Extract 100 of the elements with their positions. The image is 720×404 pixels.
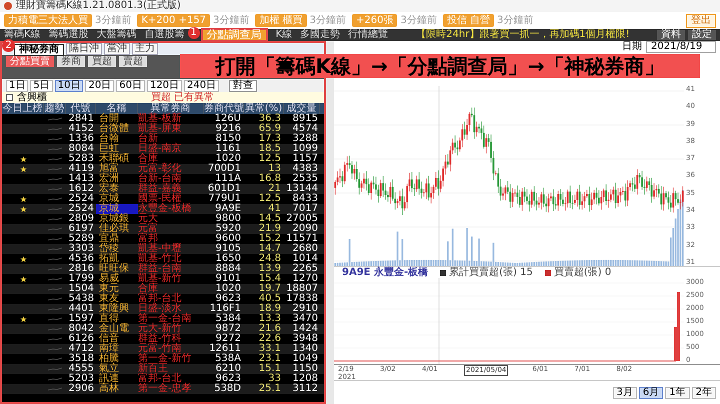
table-cell-text: 元大 (138, 214, 159, 224)
table-cell[interactable]: 氣立 (96, 364, 138, 374)
table-cell-text: 18.9 (258, 304, 282, 314)
sub-tab[interactable]: 神秘券商 (14, 44, 64, 56)
table-cell-text: 15.2 (258, 234, 282, 244)
table-cell-text: 126U (214, 114, 242, 124)
range-button[interactable]: 1年 (665, 386, 690, 398)
promo-notice[interactable]: 【限時24hr】跟著買一抓一，再加碼1個月權限! (416, 29, 630, 41)
nav-tab[interactable]: 自選股籌 (144, 29, 185, 41)
table-cell[interactable]: 易威 (96, 274, 138, 284)
panel-button[interactable]: 買超 (88, 56, 116, 67)
period-button[interactable]: 120日 (146, 80, 182, 92)
table-cell[interactable]: 拓凱 (96, 254, 138, 264)
table-cell-text: 9272 (216, 334, 242, 344)
table-cell[interactable]: 京城銀 (96, 214, 138, 224)
table-cell[interactable]: 佳必琪 (96, 224, 138, 234)
table-cell[interactable]: 宏洲 (96, 174, 138, 184)
table-cell-text: 14.5 (258, 214, 282, 224)
table-cell[interactable]: 宏泰 (96, 184, 138, 194)
table-cell[interactable]: 東隆興 (96, 304, 138, 314)
nav-tab[interactable]: 籌碼選股 (48, 29, 89, 41)
table-cell-text: 凱基-新竹 (138, 274, 183, 284)
sub-tab[interactable]: 隔日沖 (66, 43, 102, 55)
period-button[interactable]: 1日 (6, 80, 28, 92)
table-cell-text: 25.1 (258, 384, 282, 394)
table-cell[interactable]: 台微體 (96, 124, 138, 134)
table-cell-text: 15.4 (258, 274, 282, 284)
mini-trend-line-icon (48, 307, 62, 311)
table-cell-text: 8042 (68, 324, 95, 334)
nav-tab[interactable]: K線 (276, 29, 292, 41)
table-cell[interactable]: 巨虹 (96, 144, 138, 154)
table-cell[interactable]: 東友 (96, 294, 138, 304)
mini-trend-line-icon (48, 357, 62, 361)
period-button[interactable]: 10日 (54, 80, 84, 92)
table-cell[interactable]: 直得 (96, 314, 138, 324)
table-cell-text: 8915 (292, 114, 319, 124)
table-cell[interactable]: 信音 (96, 334, 138, 344)
mini-trend-line-icon (48, 217, 62, 221)
table-cell[interactable]: 柏騰 (96, 354, 138, 364)
period-button[interactable]: 60日 (116, 80, 145, 92)
sub-tab[interactable]: 主力 (132, 43, 158, 55)
mini-trend-line-icon (48, 377, 62, 381)
mini-trend-line-icon (48, 147, 62, 151)
table-cell-text: 1799 (68, 274, 95, 284)
table-cell-text: 2910 (292, 304, 319, 314)
toolbar-button[interactable]: 設定 (688, 30, 716, 40)
table-cell-text: 1020 (214, 284, 242, 294)
table-cell-text: 14.7 (258, 244, 282, 254)
sub-tab[interactable]: 當沖 (104, 43, 130, 55)
table-cell-text: 111A (215, 174, 242, 184)
range-button[interactable]: 6月 (638, 386, 664, 398)
table-cell-text: 116F1 (208, 304, 242, 314)
period-button[interactable]: 5日 (30, 80, 53, 92)
nav-tab[interactable]: 多國走勢 (300, 29, 340, 41)
period-button[interactable]: 20日 (85, 80, 114, 92)
table-cell-text: 12.5 (258, 154, 282, 164)
table-cell[interactable]: 訊連 (96, 374, 138, 384)
table-cell-text: 8150 (214, 134, 242, 144)
panel-button[interactable]: 賣超 (119, 56, 147, 67)
table-cell-text: 3288 (292, 134, 319, 144)
table-cell[interactable]: 宜鼎 (96, 234, 138, 244)
table-cell[interactable]: 京城 (96, 194, 138, 204)
table-cell[interactable]: 金山電 (96, 324, 138, 334)
table-cell[interactable]: 禾聯碩 (96, 154, 138, 164)
nav-tab[interactable]: 大盤籌碼 (96, 29, 137, 41)
mini-trend-line-icon (48, 247, 62, 251)
range-button[interactable]: 3月 (612, 386, 637, 398)
table-cell-text: 8884 (214, 264, 242, 274)
table-cell-text: 2524 (68, 204, 95, 214)
date-field[interactable]: 2021/8/19 (646, 41, 716, 53)
table-cell-text: 538D (213, 384, 242, 394)
toolbar-button[interactable]: 資料 (657, 30, 685, 40)
nav-tab[interactable]: 行情總覽 (348, 29, 388, 41)
table-cell[interactable]: 台開 (96, 114, 138, 124)
query-button[interactable]: 對查 (229, 80, 258, 92)
nav-tab[interactable]: 籌碼K線 (4, 29, 41, 41)
table-cell-text: 2265 (292, 264, 319, 274)
table-cell[interactable]: 高林 (96, 384, 138, 394)
table-cell[interactable]: 旺旺保 (96, 264, 138, 274)
mini-trend-line-icon (48, 127, 62, 131)
table-cell[interactable]: 旭富 (96, 164, 138, 174)
panel-button[interactable]: 券商 (57, 56, 85, 67)
table-cell-text: 9623 (216, 294, 242, 304)
table-cell-text: 21.6 (258, 324, 282, 334)
period-button[interactable]: 240日 (184, 80, 220, 92)
table-cell[interactable]: 東元 (96, 284, 138, 294)
table-cell[interactable]: 台翰 (96, 134, 138, 144)
table-cell-text: 9872 (214, 324, 242, 334)
table-cell-text: 5384 (214, 314, 242, 324)
table-cell-text: 台新 (138, 134, 159, 144)
table-cell-text: 1340 (292, 344, 319, 354)
checkbox[interactable] (6, 94, 13, 101)
table-cell-text: 1208 (292, 374, 319, 384)
table-cell-text: 3112 (292, 384, 319, 394)
table-cell[interactable]: 岱稜 (96, 244, 138, 254)
table-cell[interactable]: 京城 (96, 204, 138, 214)
table-cell-text: 1650 (214, 254, 242, 264)
table-cell-text: 36.3 (258, 114, 282, 124)
range-button[interactable]: 2年 (692, 386, 716, 398)
table-cell[interactable]: 南璋 (96, 344, 138, 354)
